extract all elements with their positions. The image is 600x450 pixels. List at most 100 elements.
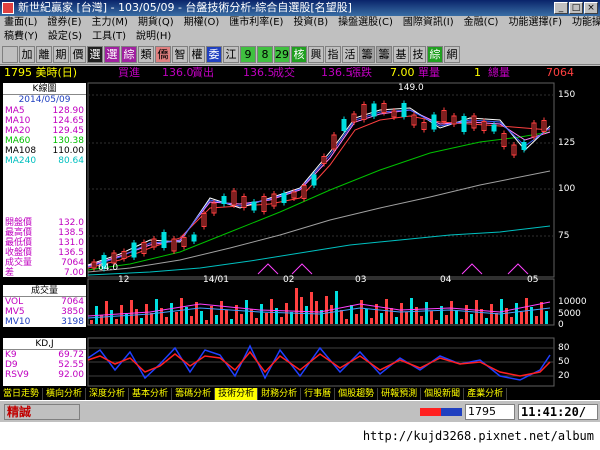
kd-tick-80: 80 [558,343,570,353]
toolbar-button-23[interactable]: 基 [393,45,409,63]
toolbar-button-24[interactable]: 技 [410,45,426,63]
kd-info-panel: KD,J K9 69.72 D9 52.55 RSV9 92.00 [3,338,86,386]
toolbar-button-8[interactable]: 類 [138,45,154,63]
toolbar-button-22[interactable]: 籌 [376,45,392,63]
ohlclist-row: 最高價 138.5 [3,228,86,238]
toolbar-button-10[interactable]: 智 [172,45,188,63]
change-value: 7.00 [390,66,415,79]
status-stock-code[interactable]: 1795 [465,404,515,420]
ma-list: MA5 128.90 MA10 124.65 MA20 129.45 MA60 130.38 M… [3,106,86,166]
toolbar-button-11[interactable]: 權 [189,45,205,63]
toolbar-button-20[interactable]: 活 [342,45,358,63]
tab-7[interactable]: 行事曆 [301,388,336,400]
tab-2[interactable]: 深度分析 [86,388,130,400]
tab-11[interactable]: 產業分析 [464,388,508,400]
toolbar-button-7[interactable]: 綜 [121,45,137,63]
volume-bar [370,318,373,324]
menu-item-1[interactable]: 證券(E) [47,16,81,30]
toolbar-button-12[interactable]: 委 [206,45,222,63]
kd-list: K9 69.72 D9 52.55 RSV9 92.00 [3,350,86,380]
indicator-label: 成交量 [5,258,33,268]
menu-item-r2-2[interactable]: 工具(T) [92,30,126,44]
toolbar-button-3[interactable]: 期 [53,45,69,63]
tab-9[interactable]: 研報預測 [378,388,422,400]
menu-item-3[interactable]: 期貨(Q) [138,16,174,30]
price-tick-100: 100 [558,184,576,194]
menu-item-7[interactable]: 操盤選股(C) [338,16,393,30]
volume-bar [510,317,513,324]
tab-10[interactable]: 個股新聞 [421,388,465,400]
indicator-label: 收盤價 [5,248,33,258]
toolbar-button-15[interactable]: 8 [257,45,273,63]
indicator-value: 129.45 [52,126,85,136]
volume-bar [100,315,103,324]
toolbar-button-0[interactable] [2,45,18,63]
toolbar-button-17[interactable]: 核 [291,45,307,63]
toolbar-button-6[interactable]: 選 [104,45,120,63]
toolbar-button-14[interactable]: 9 [240,45,256,63]
maximize-button[interactable]: □ [569,2,583,14]
toolbar-button-25[interactable]: 綜 [427,45,443,63]
menu-item-r2-3[interactable]: 說明(H) [136,30,171,44]
volume-bar [480,309,483,324]
price-info-panel: K線圖 2014/05/09 MA5 128.90 MA10 124.65 MA20 12… [3,83,86,278]
indicator-value: 52.55 [58,360,84,370]
toolbar-button-9[interactable]: 僑 [155,45,171,63]
volume-bar [280,317,283,324]
indicator-label: D9 [5,360,18,370]
minimize-button[interactable]: _ [554,2,568,14]
toolbar-button-19[interactable]: 指 [325,45,341,63]
volume-bar [150,313,153,324]
chart-area[interactable]: K線圖 2014/05/09 MA5 128.90 MA10 124.65 MA20 12… [0,80,600,388]
vollist-row: MV10 3198 [3,317,86,327]
volume-label: 總量 [488,66,510,79]
menu-item-9[interactable]: 金融(C) [464,16,499,30]
toolbar-button-26[interactable]: 網 [444,45,460,63]
tab-4[interactable]: 籌碼分析 [172,388,216,400]
indicator-label: MV5 [5,307,25,317]
toolbar-button-1[interactable]: 加 [19,45,35,63]
volume-bar [245,300,248,324]
menu-item-5[interactable]: 匯市利率(E) [229,16,283,30]
tab-0[interactable]: 當日走勢 [0,388,44,400]
volume-bar [295,288,298,324]
volume-bar [300,297,303,324]
menu-item-r2-1[interactable]: 設定(S) [48,30,82,44]
menu-item-4[interactable]: 期權(O) [184,16,220,30]
quote-info-bar: 1795 美時(日) 買進 136.0 賣出 136.5 成交 136.5 漲跌… [0,66,600,80]
toolbar-button-5[interactable]: 選 [87,45,103,63]
tab-8[interactable]: 個股趨勢 [335,388,379,400]
indicator-label: MA20 [5,126,31,136]
menu-item-r2-0[interactable]: 稿費(Y) [4,30,38,44]
tab-5[interactable]: 技術分析 [215,388,259,400]
high-price-label: 149.0 [398,83,424,93]
menu-bar: 畫面(L) 證券(E) 主力(M) 期貨(Q) 期權(O) 匯市利率(E) 投資(B) 操盤選… [0,16,600,44]
volume-bar [215,315,218,324]
toolbar-button-18[interactable]: 興 [308,45,324,63]
menu-item-10[interactable]: 功能選擇(F) [508,16,562,30]
menu-item-0[interactable]: 畫面(L) [4,16,37,30]
volume-bar [270,299,273,324]
tab-6[interactable]: 財務分析 [258,388,302,400]
indicator-value: 110.00 [52,146,85,156]
window-title: 新世紀贏家 [台灣] - 103/05/09 - 台盤技術分析-綜合自選股[名望… [18,1,352,14]
price-tick-150: 150 [558,90,576,100]
volume-bar [530,307,533,324]
volume-bar [385,299,388,324]
toolbar-button-13[interactable]: 江 [223,45,239,63]
menu-item-8[interactable]: 國際資訊(I) [403,16,454,30]
volume-bar [540,302,543,324]
indicator-value: 7064 [61,258,84,268]
menu-item-11[interactable]: 功能操作(F) [572,16,600,30]
toolbar-button-21[interactable]: 籌 [359,45,375,63]
tab-3[interactable]: 基本分析 [129,388,173,400]
menu-item-6[interactable]: 投資(B) [293,16,328,30]
toolbar-button-4[interactable]: 價 [70,45,86,63]
menu-item-2[interactable]: 主力(M) [92,16,128,30]
toolbar-button-16[interactable]: 29 [274,45,290,63]
malist-row: MA5 128.90 [3,106,86,116]
toolbar-button-2[interactable]: 離 [36,45,52,63]
tab-1[interactable]: 橫向分析 [43,388,87,400]
volume-bar [225,310,228,324]
close-button[interactable]: × [584,2,598,14]
